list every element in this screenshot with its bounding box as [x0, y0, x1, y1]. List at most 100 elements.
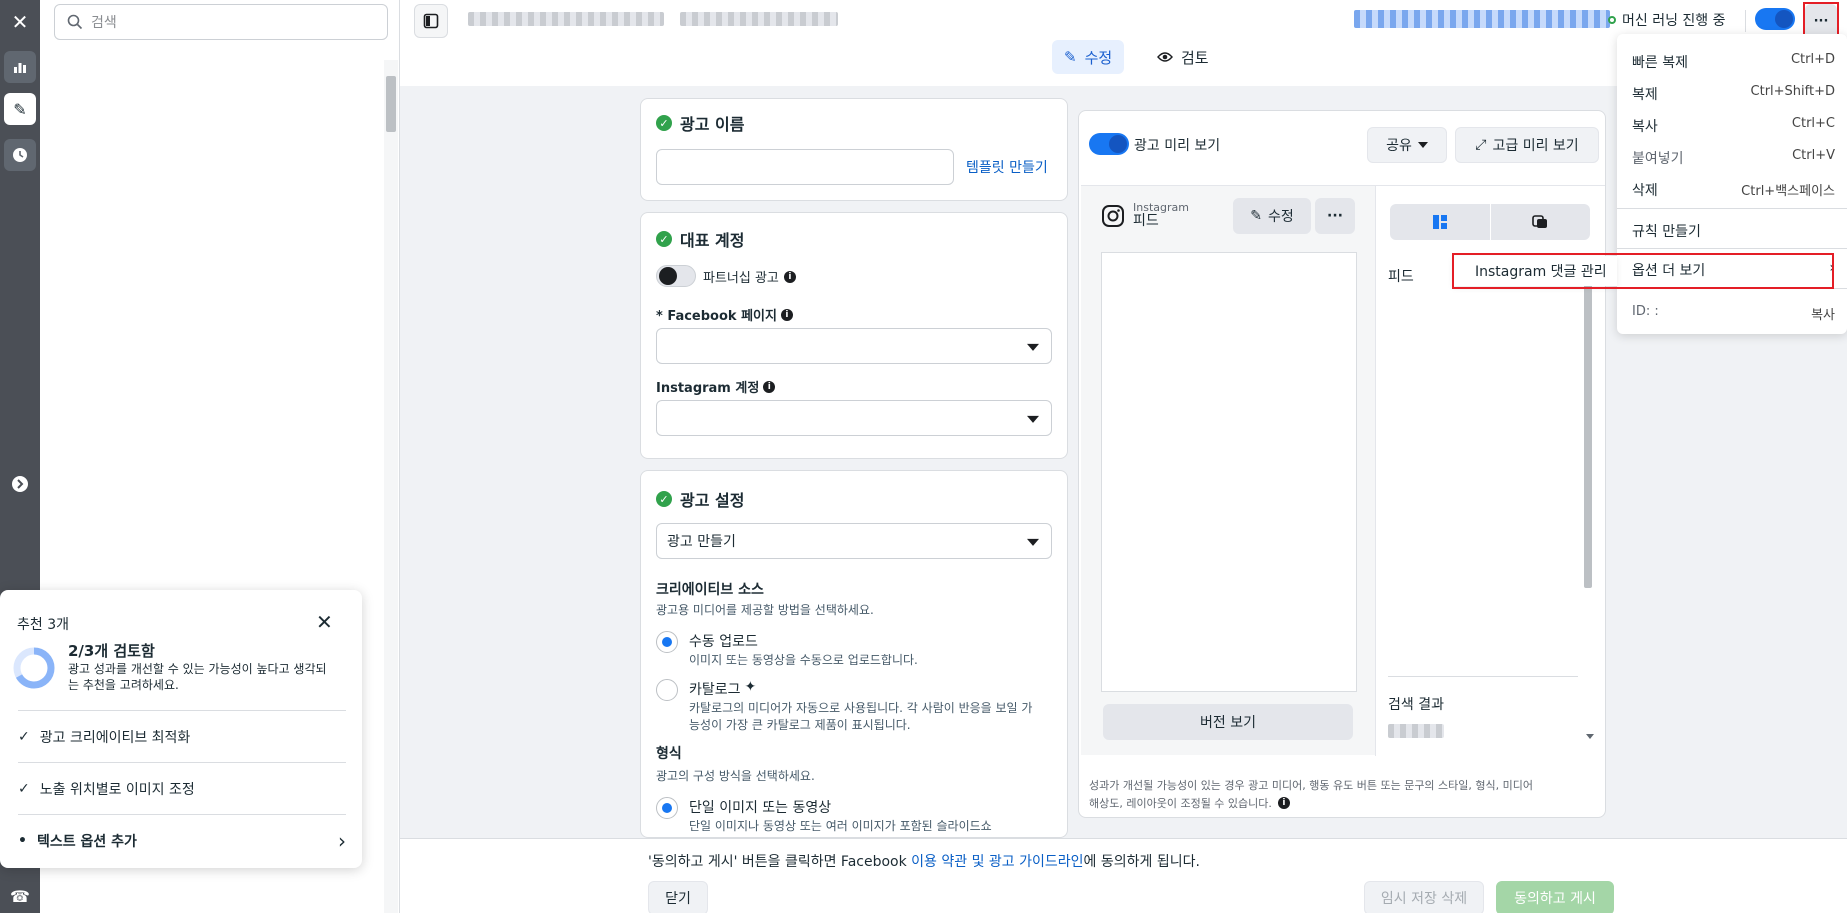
catalog-desc-2: 능성이 가장 큰 카탈로그 제품이 표시됩니다.	[689, 718, 911, 732]
phone-icon[interactable]: ☎	[4, 880, 36, 912]
close-icon[interactable]: ✕	[4, 6, 36, 38]
ad-preview-frame	[1101, 252, 1357, 692]
caret-down-icon	[1027, 415, 1039, 423]
ml-status: 머신 러닝 진행 중	[1608, 10, 1726, 30]
ml-toggle[interactable]	[1755, 8, 1795, 30]
recommendations-panel: 추천 3개 ✕ 2/3개 검토함 광고 성과를 개선할 수 있는 가능성이 높다…	[0, 590, 362, 868]
manual-upload-radio[interactable]	[656, 631, 678, 653]
info-icon[interactable]: i	[1277, 797, 1290, 809]
expand-icon: ⤢	[1475, 137, 1487, 153]
breadcrumb-campaign[interactable]	[468, 12, 664, 26]
advanced-preview-button[interactable]: ⤢ 고급 미리 보기	[1455, 127, 1599, 163]
breadcrumb-ad[interactable]	[1354, 10, 1610, 28]
terms-notice: '동의하고 게시' 버튼을 클릭하면 Facebook 이용 약관 및 광고 가…	[648, 854, 1200, 870]
partnership-label: 파트너십 광고 i	[703, 267, 796, 286]
caret-down-icon	[1027, 343, 1039, 351]
single-image-radio[interactable]	[656, 797, 678, 819]
ad-preview-label: 광고 미리 보기	[1134, 138, 1221, 154]
instagram-account-select[interactable]	[656, 400, 1052, 436]
terms-link[interactable]: 이용 약관 및 광고 가이드라인	[911, 854, 1083, 870]
close-icon[interactable]: ✕	[316, 610, 333, 634]
progress-ring	[13, 647, 55, 689]
expand-arrow-icon[interactable]	[4, 468, 36, 500]
partnership-toggle[interactable]	[656, 265, 696, 287]
recommendations-title: 추천 3개	[17, 617, 69, 633]
search-results-thumbnail[interactable]	[1388, 724, 1444, 738]
share-button[interactable]: 공유	[1367, 127, 1447, 163]
eye-icon	[1157, 52, 1173, 62]
identity-heading: ✓ 대표 계정	[656, 227, 744, 251]
publish-button[interactable]: 동의하고 게시	[1496, 881, 1614, 913]
chart-icon[interactable]	[4, 51, 36, 83]
checkmark-icon: ✓	[18, 728, 30, 745]
copy-id-button[interactable]: 복사	[1811, 304, 1835, 323]
single-image-title: 단일 이미지 또는 동영상	[689, 800, 832, 816]
clock-icon[interactable]	[4, 139, 36, 171]
preview-edit-button[interactable]: ✎ 수정	[1233, 198, 1311, 234]
ad-name-heading: ✓ 광고 이름	[656, 111, 744, 135]
pencil-icon[interactable]: ✎	[4, 93, 36, 125]
menu-item-quick-duplicate[interactable]: 빠른 복제 Ctrl+D	[1632, 52, 1835, 72]
placements-scroll-thumb[interactable]	[1584, 268, 1592, 588]
pencil-icon: ✎	[1250, 208, 1262, 224]
view-versions-button[interactable]: 버전 보기	[1103, 704, 1353, 740]
menu-id-row: ID: : 복사	[1632, 304, 1835, 323]
breadcrumb-adset[interactable]	[680, 12, 838, 26]
menu-item-copy[interactable]: 복사 Ctrl+C	[1632, 116, 1835, 136]
format-title: 형식	[656, 746, 682, 762]
scroll-down-icon[interactable]	[1586, 734, 1594, 739]
recommendation-item[interactable]: ✓ 광고 크리에이티브 최적화	[18, 710, 346, 762]
manual-upload-title: 수동 업로드	[689, 634, 758, 650]
menu-item-create-rule[interactable]: 규칙 만들기	[1632, 221, 1835, 241]
single-view-button[interactable]	[1491, 204, 1591, 240]
tab-review[interactable]: 검토	[1145, 40, 1221, 74]
sparkle-icon: ✦	[744, 679, 757, 695]
tab-edit[interactable]: ✎ 수정	[1052, 40, 1125, 74]
status-dot-icon	[1608, 16, 1616, 24]
sidebar-scroll-thumb[interactable]	[386, 76, 396, 132]
ad-preview-toggle[interactable]	[1089, 133, 1129, 155]
highlight-box-submenu	[1452, 253, 1834, 289]
info-icon[interactable]: i	[783, 270, 796, 283]
check-circle-icon: ✓	[656, 491, 672, 507]
facebook-page-label: * Facebook 페이지 i	[656, 305, 793, 324]
catalog-desc-1: 카탈로그의 미디어가 자동으로 사용됩니다. 각 사람이 반응을 보일 가	[689, 701, 1033, 715]
grid-view-button[interactable]	[1390, 204, 1490, 240]
ad-name-input[interactable]	[656, 149, 954, 185]
menu-item-duplicate[interactable]: 복제 Ctrl+Shift+D	[1632, 84, 1835, 104]
sidebar-scrollbar[interactable]	[384, 60, 398, 913]
progress-desc-1: 광고 성과를 개선할 수 있는 가능성이 높다고 생각되	[68, 662, 327, 676]
catalog-radio[interactable]	[656, 679, 678, 701]
ellipsis-icon: ···	[1327, 208, 1343, 224]
ad-setup-select[interactable]: 광고 만들기	[656, 523, 1052, 559]
discard-draft-button[interactable]: 임시 저장 삭제	[1364, 881, 1484, 913]
format-desc: 광고의 구성 방식을 선택하세요.	[656, 769, 815, 783]
recommendation-item[interactable]: ✓ 노출 위치별로 이미지 조정	[18, 762, 346, 814]
sidebar-toggle-button[interactable]	[414, 4, 448, 38]
identity-card: ✓ 대표 계정 파트너십 광고 i * Facebook 페이지 i Instagra…	[640, 212, 1068, 459]
facebook-page-select[interactable]	[656, 328, 1052, 364]
creative-source-desc: 광고용 미디어를 제공할 방법을 선택하세요.	[656, 603, 874, 617]
check-circle-icon: ✓	[656, 115, 672, 131]
ad-setup-card: ✓ 광고 설정 광고 만들기 크리에이티브 소스 광고용 미디어를 제공할 방법을…	[640, 470, 1068, 838]
preview-more-button[interactable]: ···	[1315, 198, 1355, 234]
feed-section-label: 피드	[1388, 269, 1414, 285]
menu-item-delete[interactable]: 삭제 Ctrl+백스페이스	[1632, 180, 1835, 200]
recommendation-item[interactable]: • 텍스트 옵션 추가 ›	[18, 814, 346, 866]
info-icon[interactable]: i	[763, 380, 776, 393]
manual-upload-desc: 이미지 또는 동영상을 수동으로 업로드합니다.	[689, 653, 918, 667]
info-icon[interactable]: i	[780, 308, 793, 321]
search-icon	[67, 14, 83, 30]
catalog-title: 카탈로그 ✦	[689, 679, 757, 698]
instagram-icon	[1102, 204, 1124, 227]
menu-item-paste[interactable]: 붙여넣기 Ctrl+V	[1632, 148, 1835, 168]
chevron-right-icon: ›	[338, 828, 346, 853]
bullet-icon: •	[18, 832, 27, 849]
preview-panel: 광고 미리 보기 공유 ⤢ 고급 미리 보기 Instagram 피드 ✎ 수정 ·…	[1078, 110, 1606, 818]
placement-label: 피드	[1133, 213, 1159, 230]
pencil-icon: ✎	[1064, 48, 1077, 66]
search-input[interactable]: 검색	[54, 4, 388, 40]
template-link[interactable]: 템플릿 만들기	[966, 157, 1048, 177]
view-switcher	[1390, 204, 1590, 240]
close-button[interactable]: 닫기	[648, 881, 708, 913]
